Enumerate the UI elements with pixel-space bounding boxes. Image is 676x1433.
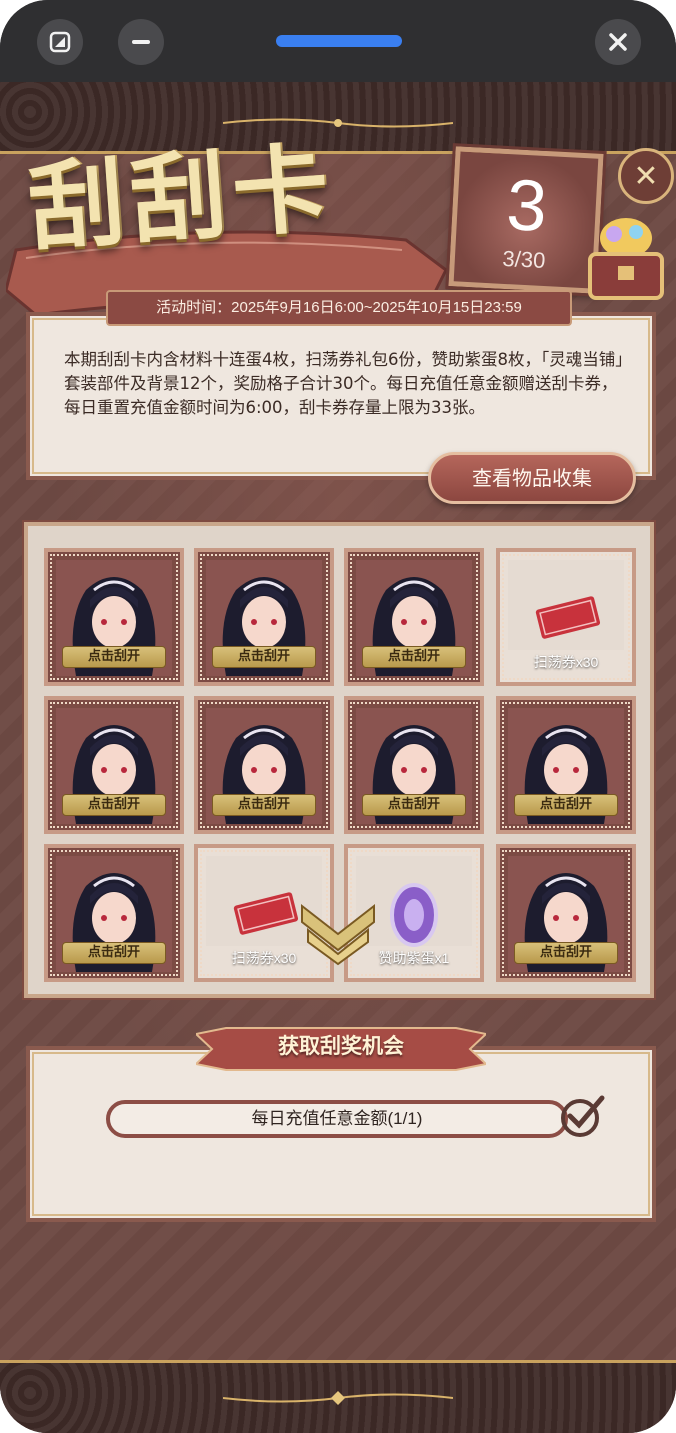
revealed-prize-cell: 扫荡券x30: [496, 548, 636, 686]
scratch-label: 点击刮开: [62, 794, 166, 816]
treasure-chest-icon: [588, 218, 664, 300]
drag-handle[interactable]: [276, 35, 402, 47]
check-icon: [561, 1095, 605, 1137]
system-bar: [0, 0, 676, 82]
ticket-counter: 3 3/30: [445, 143, 607, 297]
ornament-icon: [223, 1391, 453, 1405]
scratch-label: 点击刮开: [62, 646, 166, 668]
scratch-label: 点击刮开: [514, 794, 618, 816]
event-description: 本期刮刮卡内含材料十连蛋4枚，扫荡券礼包6份，赞助紫蛋8枚，「灵魂当铺」套装部件…: [64, 350, 624, 417]
close-icon: ✕: [633, 158, 659, 194]
scratch-cell[interactable]: 点击刮开: [496, 844, 636, 982]
scratch-label: 点击刮开: [212, 794, 316, 816]
page-title: 刮刮卡: [25, 131, 339, 266]
prize-label: 扫荡券x30: [533, 654, 599, 670]
scratch-label: 点击刮开: [362, 646, 466, 668]
scratch-cell[interactable]: 点击刮开: [344, 696, 484, 834]
phone-screen: 刮刮卡 3 3/30 ✕ 活动时间：2025年9月16日6:00~2025年10…: [0, 0, 676, 1433]
scratch-cell[interactable]: 点击刮开: [44, 844, 184, 982]
scratch-label: 点击刮开: [212, 646, 316, 668]
scratch-cell[interactable]: 点击刮开: [194, 548, 334, 686]
chevron-down-icon[interactable]: [298, 900, 378, 966]
scratch-cell[interactable]: 点击刮开: [194, 696, 334, 834]
edit-icon[interactable]: [37, 19, 83, 65]
scratch-label: 点击刮开: [62, 942, 166, 964]
ticket-count: 3: [504, 165, 549, 248]
close-window-icon[interactable]: [595, 19, 641, 65]
minus-icon: [132, 40, 150, 44]
task-row: 每日充值任意金额(1/1): [106, 1100, 568, 1138]
scratch-label: 点击刮开: [514, 942, 618, 964]
scratch-label: 点击刮开: [362, 794, 466, 816]
bottom-ornament-band: [0, 1360, 676, 1433]
scratch-cell[interactable]: 点击刮开: [344, 548, 484, 686]
close-button[interactable]: ✕: [618, 148, 674, 204]
edit-icon-svg: [49, 31, 71, 53]
scratch-cell[interactable]: 点击刮开: [44, 696, 184, 834]
event-time: 活动时间：2025年9月16日6:00~2025年10月15日23:59: [106, 290, 572, 326]
minimize-icon[interactable]: [118, 19, 164, 65]
section-title: 获取刮奖机会: [278, 1033, 404, 1058]
x-icon: [609, 33, 627, 51]
view-collection-button[interactable]: 查看物品收集: [428, 452, 636, 504]
scratch-cell[interactable]: 点击刮开: [496, 696, 636, 834]
scratch-cell[interactable]: 点击刮开: [44, 548, 184, 686]
